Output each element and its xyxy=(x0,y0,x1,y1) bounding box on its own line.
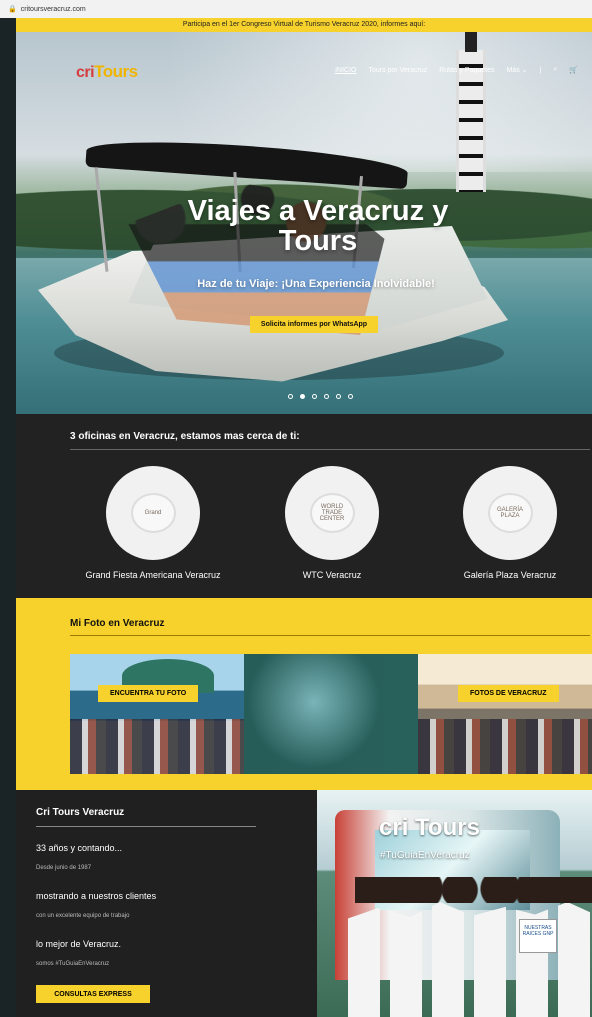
hero-slider: criTours INICIO Tours por Veracruz Rutas… xyxy=(16,32,592,414)
about-subline: somos #TuGuiaEnVeracruz xyxy=(36,961,110,967)
search-icon[interactable]: ⌕ xyxy=(553,66,557,74)
logo-tours-text: Tours xyxy=(94,62,138,81)
slider-dot[interactable] xyxy=(312,394,317,399)
announcement-bar[interactable]: Participa en el 1er Congreso Virtual de … xyxy=(16,18,592,32)
slider-dot[interactable] xyxy=(336,394,341,399)
slider-dot-active[interactable] xyxy=(300,394,305,399)
nav-divider: | xyxy=(539,66,542,74)
photo-section-title: Mi Foto en Veracruz xyxy=(70,618,165,629)
group-photo[interactable]: FOTOS DE VERACRUZ xyxy=(418,654,592,774)
office-label[interactable]: WTC Veracruz xyxy=(252,570,412,580)
website-page: Participa en el 1er Congreso Virtual de … xyxy=(16,18,592,1017)
crowd-image xyxy=(70,719,244,774)
address-bar[interactable]: 🔒 critoursveracruz.com xyxy=(0,0,592,18)
nav-inicio[interactable]: INICIO xyxy=(335,67,356,74)
wtc-logo: WORLD TRADE CENTER xyxy=(309,493,355,533)
express-consult-button[interactable]: CONSULTAS EXPRESS xyxy=(36,985,150,1003)
nav-tours[interactable]: Tours por Veracruz xyxy=(368,67,427,74)
offices-section: 3 oficinas en Veracruz, estamos mas cerc… xyxy=(16,414,592,598)
section-divider xyxy=(70,635,590,636)
office-grand-fiesta[interactable]: Grand Grand Fiesta Americana Veracruz xyxy=(73,466,233,580)
galeria-plaza-logo: GALERÍA PLAZA xyxy=(487,493,533,533)
offices-title: 3 oficinas en Veracruz, estamos mas cerc… xyxy=(70,431,300,442)
photo-section: Mi Foto en Veracruz ENCUENTRA TU FOTO FO… xyxy=(16,598,592,790)
cart-icon[interactable]: 🛒 xyxy=(569,66,578,74)
find-photo-button[interactable]: ENCUENTRA TU FOTO xyxy=(98,685,199,702)
about-section: Cri Tours Veracruz 33 años y contando...… xyxy=(16,790,592,1017)
grand-fiesta-logo: Grand xyxy=(130,493,176,533)
beach-photo[interactable]: ENCUENTRA TU FOTO xyxy=(70,654,244,774)
office-galeria-plaza[interactable]: GALERÍA PLAZA Galería Plaza Veracruz xyxy=(430,466,590,580)
office-logo-circle[interactable]: GALERÍA PLAZA xyxy=(463,466,557,560)
site-logo[interactable]: criTours xyxy=(76,62,144,82)
address-url[interactable]: critoursveracruz.com xyxy=(21,6,86,13)
veracruz-photos-button[interactable]: FOTOS DE VERACRUZ xyxy=(458,685,559,702)
photo-strip: ENCUENTRA TU FOTO FOTOS DE VERACRUZ xyxy=(70,654,592,774)
about-subline: Desde junio de 1987 xyxy=(36,865,92,871)
about-headline: lo mejor de Veracruz. xyxy=(36,939,122,949)
bus-logo: cri Tours xyxy=(379,814,480,841)
slider-dot[interactable] xyxy=(288,394,293,399)
whatsapp-info-button[interactable]: Solicita informes por WhatsApp xyxy=(250,316,378,333)
browser-window: 🔒 critoursveracruz.com Participa en el 1… xyxy=(0,0,592,1017)
slider-pagination xyxy=(288,394,353,399)
office-logo-circle[interactable]: Grand xyxy=(106,466,200,560)
chevron-down-icon: ⌄ xyxy=(521,67,528,74)
office-logo-circle[interactable]: WORLD TRADE CENTER xyxy=(285,466,379,560)
team-sign: NUESTRAS RAICES GNP xyxy=(519,919,557,953)
nav-mas-label: Más xyxy=(506,67,520,74)
about-title: Cri Tours Veracruz xyxy=(36,807,125,818)
team-heads xyxy=(355,877,592,903)
office-wtc[interactable]: WORLD TRADE CENTER WTC Veracruz xyxy=(252,466,412,580)
hero-title: Viajes a Veracruz y Tours xyxy=(187,195,449,257)
about-subline: con un excelente equipo de trabajo xyxy=(36,913,130,919)
nav-mas[interactable]: Más ⌄ xyxy=(506,66,527,74)
hero-subtitle: Haz de tu Viaje: ¡Una Experiencia Inolvi… xyxy=(197,278,435,290)
slider-dot[interactable] xyxy=(324,394,329,399)
section-divider xyxy=(70,449,590,450)
bus-hashtag: #TuGuiaEnVeracruz xyxy=(380,850,470,861)
slider-dot[interactable] xyxy=(348,394,353,399)
crowd-image xyxy=(418,719,592,774)
nav-rutas[interactable]: Rutas y Paquetes xyxy=(439,67,494,74)
aquarium-photo[interactable] xyxy=(244,654,418,774)
about-divider xyxy=(36,826,256,827)
main-navigation: INICIO Tours por Veracruz Rutas y Paquet… xyxy=(335,66,578,74)
lock-icon: 🔒 xyxy=(8,6,17,13)
office-label[interactable]: Grand Fiesta Americana Veracruz xyxy=(73,570,233,580)
team-bus-photo: cri Tours #TuGuiaEnVeracruz NUESTRAS RAI… xyxy=(317,790,592,1017)
about-headline: 33 años y contando... xyxy=(36,843,123,853)
office-label[interactable]: Galería Plaza Veracruz xyxy=(430,570,590,580)
logo-cri-text: cri xyxy=(76,64,95,81)
about-headline: mostrando a nuestros clientes xyxy=(36,891,157,901)
